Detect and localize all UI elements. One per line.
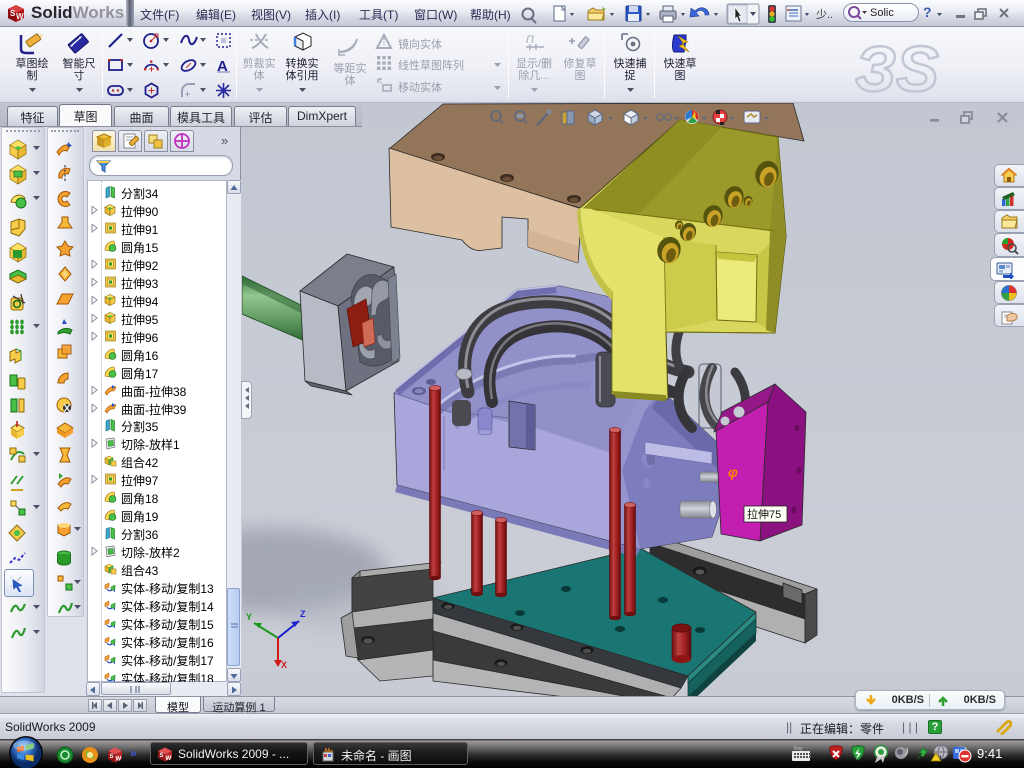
- svg-text:W: W: [166, 756, 172, 762]
- svg-text:少..: 少..: [816, 8, 833, 21]
- svg-text:W: W: [16, 12, 24, 21]
- svg-text:Y: Y: [246, 612, 252, 622]
- svg-text:拉伸75: 拉伸75: [747, 507, 781, 521]
- svg-text:φ: φ: [728, 464, 738, 480]
- svg-text:S: S: [110, 754, 114, 760]
- svg-text:!: !: [940, 756, 942, 762]
- svg-text:Z: Z: [300, 609, 306, 619]
- svg-text:»: »: [130, 746, 137, 760]
- svg-text:W: W: [116, 757, 122, 763]
- svg-text:Key: Key: [794, 746, 803, 752]
- svg-text:ЗS: ЗS: [855, 33, 939, 101]
- svg-text:S: S: [160, 753, 164, 759]
- svg-text:X: X: [281, 660, 287, 670]
